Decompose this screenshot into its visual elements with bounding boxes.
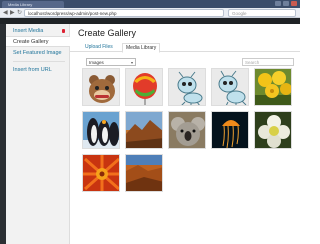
- media-item-desert[interactable]: [125, 111, 163, 149]
- forward-icon[interactable]: ▶: [10, 9, 15, 17]
- window-controls: [275, 1, 297, 6]
- sidebar-item-insert-from-url[interactable]: Insert from URL: [13, 66, 52, 74]
- media-item-koala[interactable]: [168, 111, 206, 149]
- browser-search[interactable]: Google: [228, 9, 296, 17]
- media-item-yellow-flowers[interactable]: [254, 68, 292, 106]
- browser-toolbar: ◀ ▶ ↻ localhost/wordpress/wp-admin/post-…: [0, 8, 300, 18]
- sidebar-item-featured-image[interactable]: Set Featured Image: [13, 49, 62, 57]
- close-icon[interactable]: [291, 1, 297, 6]
- tab-upload-files[interactable]: Upload Files: [82, 43, 116, 53]
- back-icon[interactable]: ◀: [3, 9, 8, 17]
- media-item-jellyfish[interactable]: [211, 111, 249, 149]
- address-bar[interactable]: localhost/wordpress/wp-admin/post-new.ph…: [24, 9, 224, 17]
- media-item-white-flower[interactable]: [254, 111, 292, 149]
- media-item-bear[interactable]: [82, 68, 120, 106]
- maximize-icon[interactable]: [283, 1, 289, 6]
- media-item-red-flower[interactable]: [82, 154, 120, 192]
- media-content: Create Gallery Upload Files Media Librar…: [70, 24, 300, 244]
- search-placeholder: Search: [245, 60, 260, 65]
- media-item-ant[interactable]: [168, 68, 206, 106]
- pin-icon: [62, 29, 65, 33]
- media-item-ant-2[interactable]: [211, 68, 249, 106]
- browser-search-placeholder: Google: [232, 11, 247, 16]
- media-item-penguins[interactable]: [82, 111, 120, 149]
- media-item-balloon[interactable]: [125, 68, 163, 106]
- browser-tab[interactable]: Media Library: [2, 1, 64, 8]
- media-sidebar: Insert Media Create Gallery Set Featured…: [6, 24, 70, 244]
- media-item-canyon[interactable]: [125, 154, 163, 192]
- media-search-input[interactable]: Search: [242, 58, 294, 66]
- minimize-icon[interactable]: [275, 1, 281, 6]
- media-type-filter[interactable]: Images ▾: [86, 58, 136, 66]
- url-text: localhost/wordpress/wp-admin/post-new.ph…: [28, 11, 117, 16]
- page-title: Create Gallery: [78, 28, 137, 38]
- browser-titlebar: Media Library: [0, 0, 300, 8]
- sidebar-item-create-gallery[interactable]: Create Gallery: [6, 36, 70, 47]
- sidebar-item-insert-media[interactable]: Insert Media: [13, 27, 43, 35]
- sidebar-item-label: Create Gallery: [13, 39, 49, 45]
- browser-tab-title: Media Library: [8, 2, 33, 7]
- reload-icon[interactable]: ↻: [17, 9, 22, 17]
- sidebar-divider: [13, 61, 65, 62]
- tab-media-library[interactable]: Media Library: [122, 43, 161, 53]
- filter-value: Images: [89, 60, 104, 65]
- media-modal: Insert Media Create Gallery Set Featured…: [6, 24, 300, 244]
- media-tabs: Upload Files Media Library: [70, 41, 300, 53]
- chevron-down-icon: ▾: [130, 60, 133, 65]
